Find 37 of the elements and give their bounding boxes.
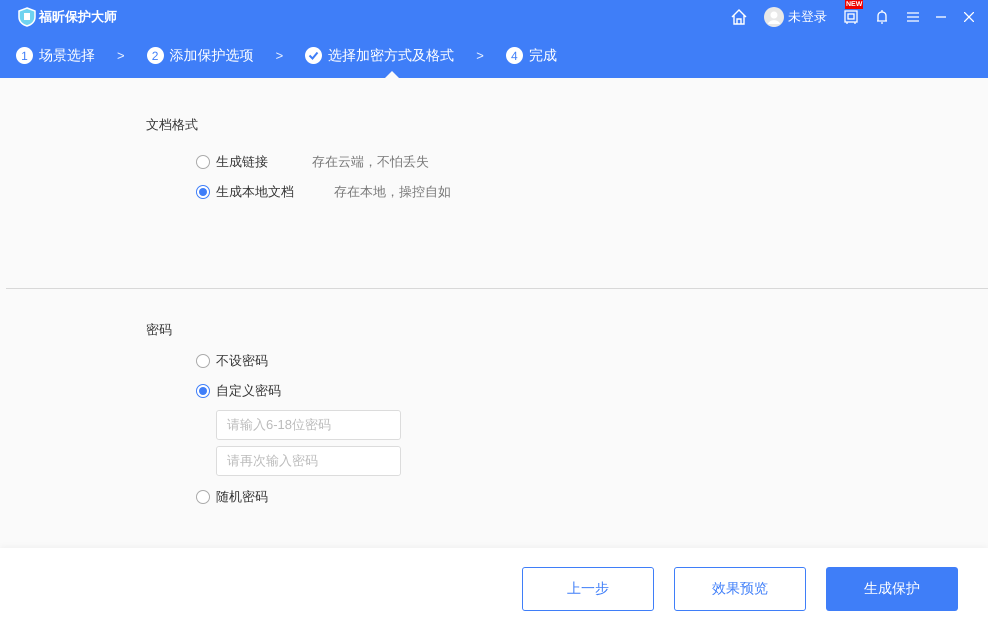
option-note: 存在本地，操控自如	[334, 182, 451, 201]
shield-logo-icon	[18, 6, 36, 26]
option-label[interactable]: 随机密码	[216, 486, 328, 506]
radio-button[interactable]	[196, 384, 210, 398]
radio-button[interactable]	[196, 490, 210, 504]
close-icon[interactable]	[964, 12, 974, 22]
menu-icon[interactable]	[907, 10, 919, 22]
safe-icon[interactable]	[843, 8, 859, 24]
radio-button[interactable]	[196, 354, 210, 368]
login-status[interactable]: 未登录	[788, 6, 827, 26]
home-icon[interactable]	[730, 8, 748, 26]
action-button[interactable]: 上一步	[522, 566, 654, 610]
option-label[interactable]: 不设密码	[216, 350, 328, 370]
option-label[interactable]: 自定义密码	[216, 380, 328, 400]
radio-button[interactable]	[196, 184, 210, 198]
section-title: 密码	[146, 321, 173, 339]
check-icon	[305, 47, 322, 64]
avatar-icon[interactable]	[764, 6, 784, 26]
section-title: 文档格式	[146, 116, 199, 134]
step-tab[interactable]: 选择加密方式及格式	[305, 33, 454, 78]
password-field[interactable]: 请再次输入密码	[216, 446, 401, 476]
step-tab[interactable]: 1 场景选择	[16, 33, 95, 78]
chevron-separator: >	[476, 46, 484, 65]
action-button[interactable]: 效果预览	[674, 566, 806, 610]
app-title: 福昕保护大师	[39, 8, 117, 26]
step-tab[interactable]: 2 添加保护选项	[146, 33, 254, 78]
pointer-caret-icon	[385, 71, 400, 78]
action-button[interactable]: 生成保护	[826, 566, 958, 610]
option-label[interactable]: 生成本地文档	[216, 182, 328, 202]
radio-button[interactable]	[196, 154, 210, 168]
chevron-separator: >	[276, 46, 284, 65]
bell-icon[interactable]	[875, 8, 889, 24]
chevron-separator: >	[117, 46, 125, 65]
option-note: 存在云端，不怕丢失	[312, 152, 429, 171]
password-field[interactable]: 请输入6-18位密码	[216, 410, 401, 440]
option-label[interactable]: 生成链接	[216, 152, 306, 172]
step-tab[interactable]: 4 完成	[506, 33, 557, 78]
